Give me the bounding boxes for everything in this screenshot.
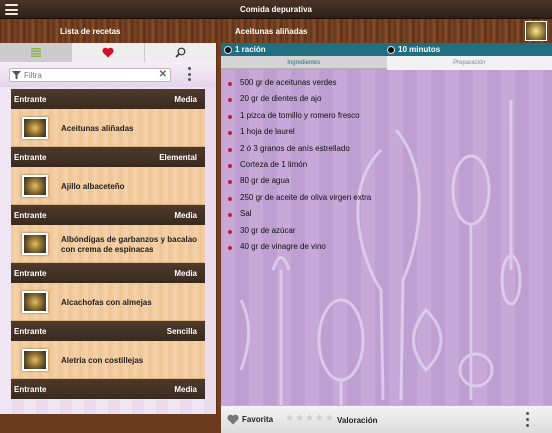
ingredient-text: Corteza de 1 limón <box>240 160 307 169</box>
bullet-icon <box>228 246 232 250</box>
category-header: Entrante Elemental <box>11 147 205 167</box>
ingredient-text: 1 pizca de tomillo y romero fresco <box>240 111 360 120</box>
recipe-item[interactable]: Ajillo albaceteño <box>11 167 205 205</box>
filter-row: ✕ <box>0 62 216 87</box>
recipe-item[interactable]: Aceitunas aliñadas <box>11 109 205 147</box>
recipe-difficulty: Media <box>174 385 197 394</box>
recipe-item[interactable]: Albóndigas de garbanzos y bacalao con cr… <box>11 225 205 263</box>
heart-icon <box>227 414 239 425</box>
recipe-item[interactable]: Aletría con costillejas <box>11 341 205 379</box>
clock-icon <box>387 46 395 54</box>
favorite-label: Favorita <box>242 415 273 424</box>
top-bar: Comida depurativa <box>0 0 552 19</box>
ingredient-text: Sal <box>240 209 252 218</box>
ingredient-text: 30 gr de azúcar <box>240 226 296 235</box>
recipe-item[interactable]: Alcachofas con almejas <box>11 283 205 321</box>
recipe-list-panel: Lista de recetas ✕ Entrante Media Aceituna… <box>0 19 216 414</box>
recipe-name: Ajillo albaceteño <box>61 182 201 192</box>
category-header: Entrante Media <box>11 205 205 225</box>
tab-ingredients[interactable]: Ingredientes <box>221 56 387 70</box>
bullet-icon <box>228 164 232 168</box>
list-icon <box>31 48 41 57</box>
kitchen-utensils-pattern <box>221 70 552 405</box>
bullet-icon <box>228 148 232 152</box>
people-icon <box>224 46 232 54</box>
recipe-category: Entrante <box>14 211 46 220</box>
ingredient-text: 1 hoja de laurel <box>240 127 295 136</box>
cooking-time: 10 minutos <box>398 45 440 54</box>
recipe-name: Aletría con costillejas <box>61 356 201 366</box>
category-header: Entrante Media <box>11 89 205 109</box>
tab-favorites[interactable] <box>72 43 144 62</box>
tab-search[interactable] <box>145 43 216 62</box>
recipe-category: Entrante <box>14 153 46 162</box>
ingredient-text: 40 gr de vinagre de vino <box>240 242 326 251</box>
left-panel-title: Lista de recetas <box>60 27 120 36</box>
recipe-category: Entrante <box>14 385 46 394</box>
star-icon[interactable]: ★ <box>325 414 334 424</box>
more-icon[interactable] <box>526 412 530 427</box>
recipe-difficulty: Media <box>174 95 197 104</box>
ingredient-text: 2 ó 3 granos de anís estrellado <box>240 144 350 153</box>
star-icon[interactable]: ★ <box>305 414 314 424</box>
recipe-category: Entrante <box>14 327 46 336</box>
servings: 1 ración <box>235 45 266 54</box>
recipe-thumbnail[interactable] <box>525 21 547 41</box>
rating-label: Valoración <box>337 416 377 425</box>
star-icon[interactable]: ★ <box>315 414 324 424</box>
ingredient-text: 500 gr de aceitunas verdes <box>240 78 337 87</box>
filter-box: ✕ <box>9 68 171 82</box>
ingredient-text: 20 gr de dientes de ajo <box>240 94 321 103</box>
clear-icon[interactable]: ✕ <box>159 69 167 80</box>
recipe-thumbnail <box>22 349 48 371</box>
favorite-button[interactable]: Favorita <box>227 414 273 425</box>
search-icon <box>175 47 186 58</box>
recipe-thumbnail <box>22 117 48 139</box>
recipe-thumbnail <box>22 175 48 197</box>
filter-icon <box>12 71 21 80</box>
recipe-tabs: Ingredientes Preparación <box>221 56 552 70</box>
bullet-icon <box>228 115 232 119</box>
recipe-header: Aceitunas aliñadas <box>221 19 552 43</box>
recipe-difficulty: Sencilla <box>167 327 197 336</box>
recipe-name: Alcachofas con almejas <box>61 298 201 308</box>
category-header: Entrante Sencilla <box>11 321 205 341</box>
recipe-difficulty: Elemental <box>159 153 197 162</box>
heart-icon <box>102 47 114 58</box>
recipe-difficulty: Media <box>174 211 197 220</box>
ingredient-text: 250 gr de aceite de oliva virgen extra <box>240 193 371 202</box>
ingredient-text: 80 gr de agua <box>240 176 289 185</box>
more-icon[interactable] <box>188 67 192 81</box>
recipe-difficulty: Media <box>174 269 197 278</box>
star-icon[interactable]: ★ <box>285 414 294 424</box>
recipe-title: Aceitunas aliñadas <box>235 27 307 36</box>
star-icon[interactable]: ★ <box>295 414 304 424</box>
recipe-name: Albóndigas de garbanzos y bacalao con cr… <box>61 235 201 255</box>
recipe-detail-panel: Aceitunas aliñadas 1 ración 10 minutos I… <box>221 19 552 414</box>
recipe-info-bar: 1 ración 10 minutos <box>221 43 552 56</box>
recipe-category: Entrante <box>14 95 46 104</box>
tab-list[interactable] <box>0 43 72 62</box>
rating-stars[interactable]: ★ ★ ★ ★ ★ <box>285 414 334 424</box>
app-title: Comida depurativa <box>0 5 552 14</box>
filter-input[interactable] <box>24 70 144 80</box>
recipe-thumbnail <box>22 291 48 313</box>
bullet-icon <box>228 82 232 86</box>
bullet-icon <box>228 230 232 234</box>
recipe-thumbnail <box>22 233 48 255</box>
bottom-toolbar: Favorita ★ ★ ★ ★ ★ Valoración <box>221 405 552 433</box>
bullet-icon <box>228 197 232 201</box>
recipe-name: Aceitunas aliñadas <box>61 124 201 134</box>
left-panel-header: Lista de recetas <box>0 19 216 43</box>
left-tabs <box>0 43 216 62</box>
category-header: Entrante Media <box>11 379 205 399</box>
tab-preparation[interactable]: Preparación <box>387 56 552 70</box>
category-header: Entrante Media <box>11 263 205 283</box>
recipe-list: EntranteMediaAceitunas aliñadasEntranteE… <box>0 87 216 414</box>
recipe-category: Entrante <box>14 269 46 278</box>
